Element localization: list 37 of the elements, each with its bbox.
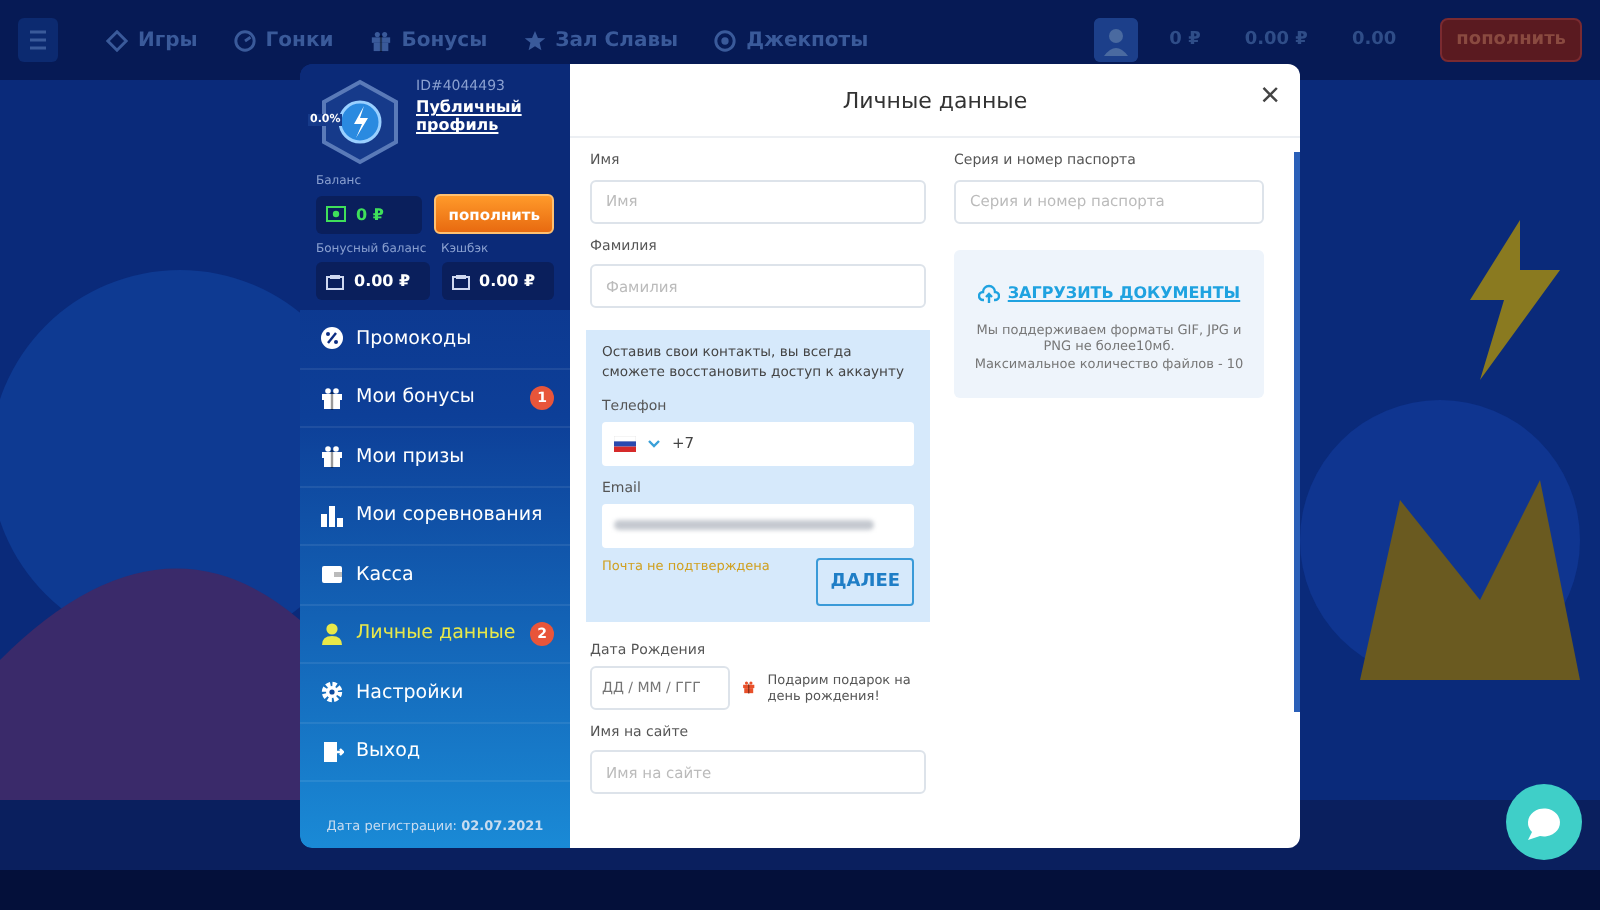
gift-icon [320, 444, 344, 469]
upload-link[interactable]: ЗАГРУЗИТЬ ДОКУМЕНТЫ [977, 283, 1241, 303]
wallet-icon [326, 273, 344, 289]
diamond-icon [106, 29, 128, 51]
person-icon [320, 621, 344, 646]
avatar-icon[interactable] [1093, 18, 1138, 62]
gift-icon [320, 385, 344, 410]
wallet-icon [320, 562, 344, 587]
percent-icon [320, 326, 344, 351]
bar-chart-icon [320, 503, 344, 528]
speedometer-icon [233, 29, 256, 51]
cloud-upload-icon [977, 283, 1000, 303]
cash-icon [326, 206, 346, 222]
settings-icon [320, 680, 344, 705]
cashback-field: 0.00 ₽ [441, 262, 554, 300]
email-field[interactable] [602, 503, 914, 548]
nav-link[interactable]: Джекпоты [746, 29, 869, 51]
flag-icon [614, 435, 636, 452]
next-button[interactable]: ДАЛЕЕ [816, 557, 914, 606]
star-icon [523, 29, 546, 51]
door-icon [320, 739, 344, 764]
gift-icon [369, 29, 392, 51]
public-profile-link[interactable]: Публичный профиль [416, 98, 536, 135]
nav-link[interactable]: Бонусы [401, 29, 488, 51]
bonus-balance-field: 0.00 ₽ [316, 262, 429, 300]
balance-field: 0 ₽ [316, 195, 423, 233]
caret-icon [648, 439, 660, 448]
dialog-title: Личные данные [842, 87, 1028, 113]
chat-button[interactable] [1504, 782, 1584, 862]
coin-icon [714, 29, 737, 51]
close-button[interactable]: × [1256, 78, 1284, 112]
nav-link[interactable]: Игры [138, 29, 198, 51]
nav-link[interactable]: Зал Славы [555, 29, 679, 51]
nav-link[interactable]: Гонки [265, 29, 334, 51]
wallet-icon [451, 273, 469, 289]
gift-icon [742, 676, 756, 699]
menu-icon[interactable] [18, 18, 58, 62]
